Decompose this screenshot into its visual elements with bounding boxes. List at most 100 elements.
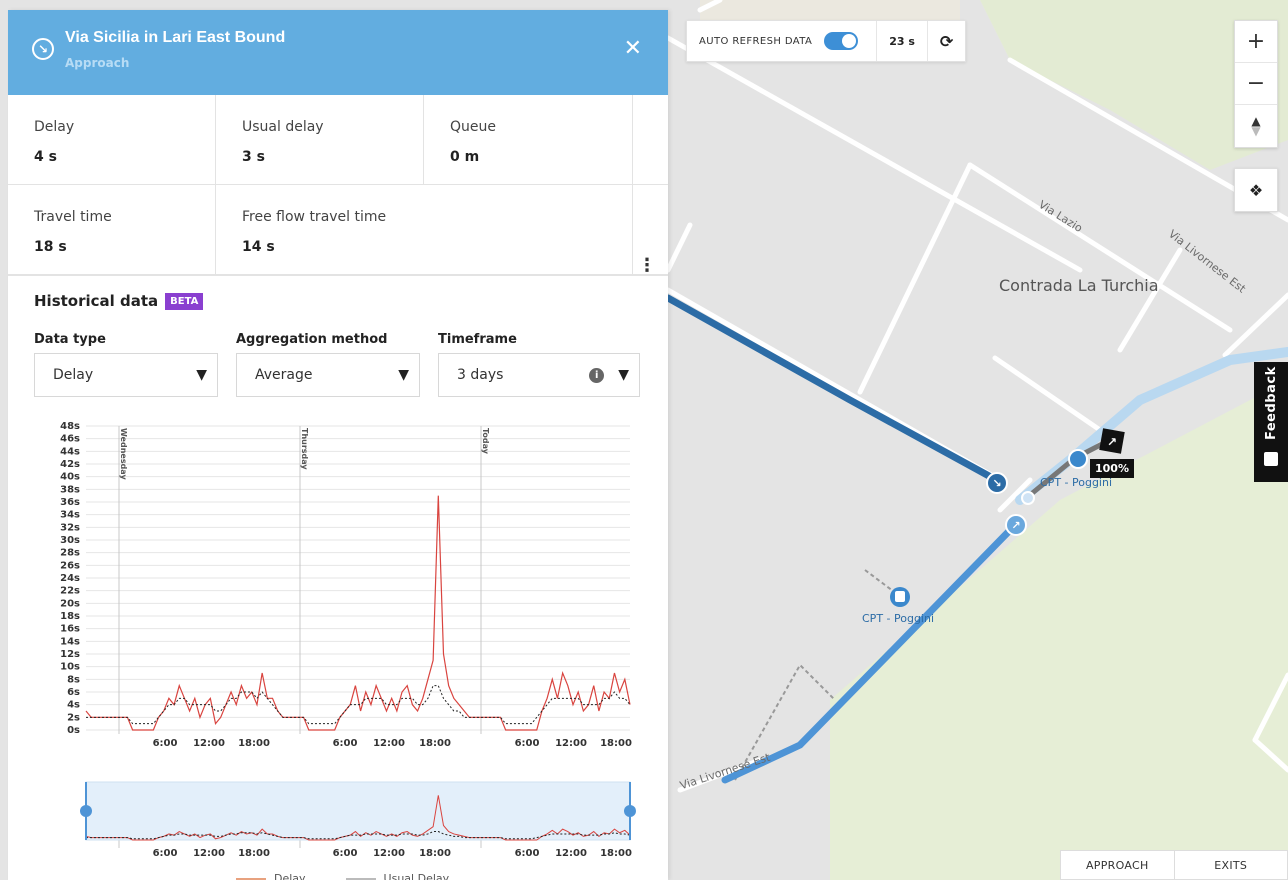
- svg-text:↗: ↗: [1011, 519, 1020, 532]
- y-tick-label: 48s: [60, 421, 80, 432]
- map-label-area: Contrada La Turchia: [999, 276, 1159, 295]
- stat-free-flow-value: 14 s: [242, 239, 275, 255]
- legend-usual-delay: Usual Delay: [383, 872, 450, 880]
- day-marker-label: Thursday: [300, 428, 309, 470]
- data-type-select[interactable]: Delay ▼: [34, 353, 218, 397]
- y-tick-label: 46s: [60, 434, 80, 445]
- y-tick-label: 14s: [60, 636, 80, 647]
- mini-x-tick-label: 12:00: [373, 848, 405, 859]
- aggregation-value: Average: [255, 367, 313, 383]
- navigator-window: [85, 781, 631, 841]
- y-tick-label: 6s: [67, 687, 80, 698]
- zoom-controls: + − ▲ ▼: [1234, 20, 1278, 148]
- x-tick-label: 18:00: [419, 738, 451, 749]
- stat-delay-value: 4 s: [34, 149, 57, 165]
- mini-x-tick-label: 18:00: [238, 848, 270, 859]
- x-tick-label: 18:00: [600, 738, 632, 749]
- y-tick-label: 40s: [60, 472, 80, 483]
- approach-direction-icon: ↘: [32, 38, 54, 60]
- feedback-label: Feedback: [1264, 366, 1279, 440]
- stat-usual-delay: Usual delay 3 s: [216, 95, 424, 184]
- y-tick-label: 24s: [60, 573, 80, 584]
- stat-travel-time-label: Travel time: [34, 209, 112, 225]
- x-tick-label: 6:00: [515, 738, 540, 749]
- stat-travel-time: Travel time 18 s: [8, 185, 216, 274]
- beta-badge: BETA: [165, 292, 204, 310]
- y-tick-label: 26s: [60, 560, 80, 571]
- more-options-icon[interactable]: ⋮: [638, 255, 656, 276]
- zoom-out-button[interactable]: −: [1235, 63, 1277, 105]
- stat-delay: Delay 4 s: [8, 95, 216, 184]
- y-tick-label: 34s: [60, 510, 80, 521]
- y-tick-label: 20s: [60, 598, 80, 609]
- y-tick-label: 8s: [67, 674, 80, 685]
- navigator-handle-right[interactable]: [624, 805, 636, 817]
- tab-approach[interactable]: APPROACH: [1061, 851, 1174, 879]
- mini-x-tick-label: 6:00: [333, 848, 358, 859]
- stat-queue: Queue 0 m: [424, 95, 633, 184]
- mini-x-tick-label: 6:00: [515, 848, 540, 859]
- map-label-stop-bottom: CPT - Poggini: [862, 612, 935, 625]
- tab-exits[interactable]: EXITS: [1173, 851, 1288, 879]
- mini-x-tick-label: 18:00: [419, 848, 451, 859]
- stat-usual-delay-value: 3 s: [242, 149, 265, 165]
- svg-text:↗: ↗: [1107, 435, 1117, 449]
- y-tick-label: 44s: [60, 446, 80, 457]
- chart-legend: Delay Usual Delay: [236, 872, 489, 880]
- stat-queue-label: Queue: [450, 119, 496, 135]
- x-tick-label: 12:00: [373, 738, 405, 749]
- delay-chart: 0s 2s4s 6s 8s10s 12s 14s16s 18s 20s22s 24s 26s28s…: [60, 421, 636, 859]
- chevron-down-icon: ▼: [618, 367, 629, 383]
- y-tick-label: 30s: [60, 535, 80, 546]
- refresh-icon[interactable]: ⟳: [926, 21, 965, 61]
- auto-refresh-bar: AUTO REFRESH DATA 23 s ⟳: [686, 20, 967, 62]
- info-icon[interactable]: i: [589, 367, 605, 383]
- y-tick-label: 4s: [67, 700, 80, 711]
- stat-free-flow-label: Free flow travel time: [242, 209, 387, 225]
- y-tick-label: 16s: [60, 624, 80, 635]
- auto-refresh-toggle[interactable]: [824, 32, 859, 50]
- delay-series-line: [85, 495, 631, 731]
- compass-icon[interactable]: ▲ ▼: [1235, 105, 1277, 147]
- layers-icon: ❖: [1248, 180, 1264, 200]
- x-tick-label: 6:00: [153, 738, 178, 749]
- historical-title: Historical data: [34, 292, 159, 310]
- stat-travel-time-value: 18 s: [34, 239, 67, 255]
- segment-percent-badge: 100%: [1090, 459, 1134, 478]
- data-type-value: Delay: [53, 367, 94, 383]
- chevron-down-icon: ▼: [398, 367, 409, 383]
- x-tick-label: 12:00: [555, 738, 587, 749]
- layers-button[interactable]: ❖: [1234, 168, 1278, 212]
- route-tabs: APPROACH EXITS: [1060, 850, 1288, 880]
- y-tick-label: 10s: [60, 662, 80, 673]
- y-tick-label: 28s: [60, 548, 80, 559]
- y-tick-label: 2s: [67, 712, 80, 723]
- feedback-face-icon: [1264, 452, 1278, 466]
- y-tick-label: 32s: [60, 522, 80, 533]
- stat-usual-delay-label: Usual delay: [242, 119, 324, 135]
- mini-x-tick-label: 12:00: [193, 848, 225, 859]
- timeframe-select[interactable]: 3 days i ▼: [438, 353, 640, 397]
- x-tick-label: 6:00: [333, 738, 358, 749]
- y-tick-label: 42s: [60, 459, 80, 470]
- day-marker-label: Wednesday: [119, 428, 128, 480]
- y-tick-label: 22s: [60, 586, 80, 597]
- navigator-handle-left[interactable]: [80, 805, 92, 817]
- zoom-in-button[interactable]: +: [1235, 21, 1277, 63]
- close-icon[interactable]: ✕: [624, 36, 642, 61]
- aggregation-select[interactable]: Average ▼: [236, 353, 420, 397]
- feedback-tab[interactable]: Feedback: [1254, 362, 1288, 482]
- mini-x-tick-label: 18:00: [600, 848, 632, 859]
- data-type-label: Data type: [34, 332, 106, 347]
- segment-title: Via Sicilia in Lari East Bound: [65, 29, 286, 46]
- y-tick-label: 12s: [60, 649, 80, 660]
- stat-delay-label: Delay: [34, 119, 75, 135]
- y-tick-label: 36s: [60, 497, 80, 508]
- x-tick-label: 18:00: [238, 738, 270, 749]
- day-marker-label: Today: [481, 428, 490, 455]
- stat-queue-value: 0 m: [450, 149, 480, 165]
- refresh-interval: 23 s: [876, 21, 927, 61]
- y-tick-label: 18s: [60, 611, 80, 622]
- panel-header: ↘ Via Sicilia in Lari East Bound Approac…: [8, 10, 668, 95]
- chevron-down-icon: ▼: [196, 367, 207, 383]
